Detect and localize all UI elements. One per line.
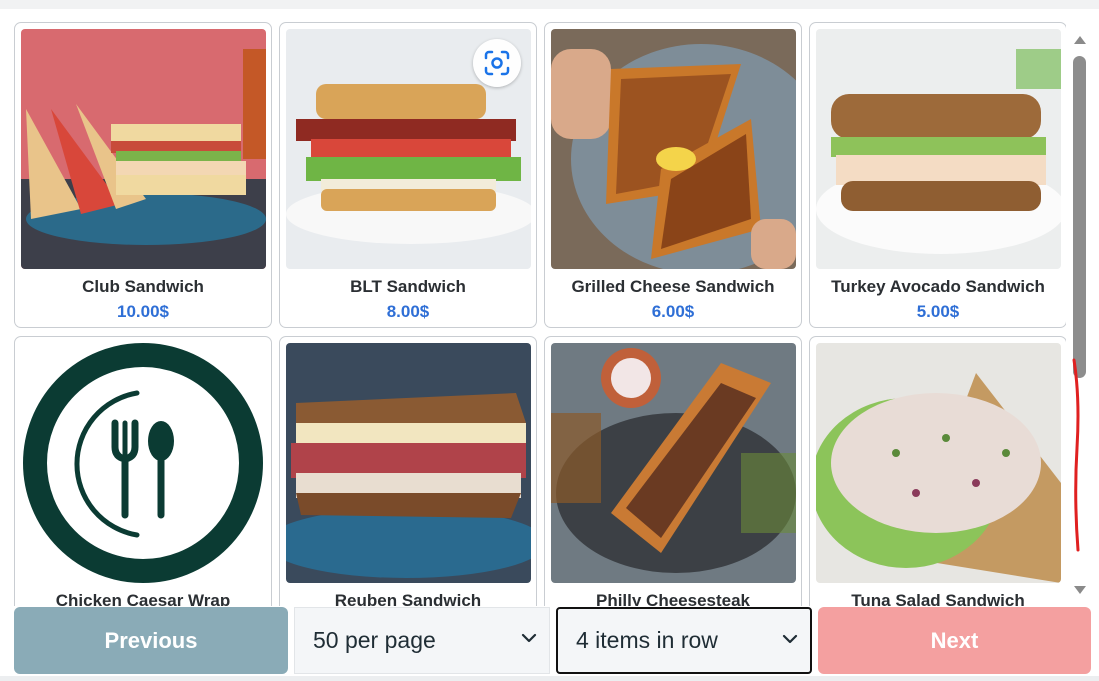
per-page-value: 50 per page (313, 627, 436, 653)
product-name: BLT Sandwich (350, 277, 466, 296)
chevron-down-icon (782, 634, 798, 644)
product-name: Reuben Sandwich (334, 591, 482, 606)
bottom-strip (0, 676, 1099, 681)
product-card[interactable]: Turkey Avocado Sandwich 5.00$ (809, 22, 1066, 328)
product-card[interactable]: Tuna Salad Sandwich (809, 336, 1066, 606)
product-card[interactable]: Grilled Cheese Sandwich 6.00$ (544, 22, 802, 328)
lens-icon (484, 50, 510, 76)
scroll-thumb[interactable] (1073, 56, 1086, 378)
product-grid: Club Sandwich 10.00$ BLT Sandwich 8.00$ … (10, 18, 1066, 606)
product-name: Club Sandwich (82, 277, 204, 296)
grilled-cheese-image (551, 29, 796, 269)
items-in-row-select[interactable]: 4 items in row (556, 607, 812, 674)
reuben-sandwich-image (286, 343, 531, 583)
product-price: 8.00$ (386, 302, 430, 321)
per-page-select[interactable]: 50 per page (294, 607, 550, 674)
product-price: 6.00$ (651, 302, 695, 321)
turkey-avocado-image (816, 29, 1061, 269)
product-name: Turkey Avocado Sandwich (831, 277, 1045, 296)
philly-cheesesteak-image (551, 343, 796, 583)
product-card[interactable]: Reuben Sandwich (279, 336, 537, 606)
product-name: Chicken Caesar Wrap (55, 591, 231, 606)
product-card[interactable]: Chicken Caesar Wrap (14, 336, 272, 606)
product-price: 10.00$ (117, 302, 169, 321)
pagination-controls: Previous 50 per page 4 items in row Next (0, 606, 1099, 681)
scroll-down-arrow-icon[interactable] (1074, 586, 1086, 594)
plate-fork-spoon-icon (21, 343, 266, 583)
visual-search-lens-button[interactable] (473, 39, 521, 87)
blt-sandwich-image (286, 29, 531, 269)
previous-button[interactable]: Previous (14, 607, 288, 674)
product-price: 5.00$ (916, 302, 960, 321)
product-card[interactable]: Club Sandwich 10.00$ (14, 22, 272, 328)
tuna-salad-image (816, 343, 1061, 583)
next-button[interactable]: Next (818, 607, 1091, 674)
club-sandwich-image (21, 29, 266, 269)
product-card[interactable]: BLT Sandwich 8.00$ (279, 22, 537, 328)
items-in-row-value: 4 items in row (576, 627, 718, 653)
product-name: Grilled Cheese Sandwich (571, 277, 775, 296)
chevron-down-icon (521, 633, 537, 643)
product-card[interactable]: Philly Cheesesteak (544, 336, 802, 606)
product-name: Philly Cheesesteak (595, 591, 751, 606)
red-annotation-mark (1072, 358, 1080, 552)
product-name: Tuna Salad Sandwich (851, 591, 1025, 606)
top-strip (0, 0, 1099, 9)
scroll-up-arrow-icon[interactable] (1074, 36, 1086, 44)
